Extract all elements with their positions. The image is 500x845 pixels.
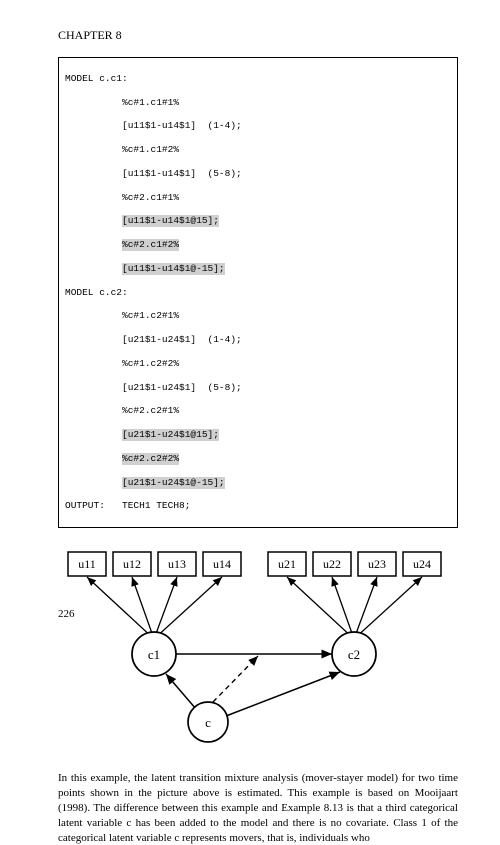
code-line: [u21$1-u24$1] (1-4); xyxy=(65,334,451,346)
node-u14: u14 xyxy=(213,557,231,571)
code-line: OUTPUT: TECH1 TECH8; xyxy=(65,500,451,512)
node-u13: u13 xyxy=(168,557,186,571)
body-paragraph: In this example, the latent transition m… xyxy=(58,771,458,845)
code-line: [u11$1-u14$1] (5-8); xyxy=(65,168,451,180)
code-line: [u21$1-u24$1@-15]; xyxy=(65,477,451,489)
code-line: [u21$1-u24$1@15]; xyxy=(65,429,451,441)
code-line: %c#2.c2#2% xyxy=(65,453,451,465)
code-line: %c#1.c1#2% xyxy=(65,144,451,156)
hl-line: %c#2.c1#2% xyxy=(122,239,179,251)
code-line: %c#2.c2#1% xyxy=(65,405,451,417)
code-line: [u11$1-u14$1@-15]; xyxy=(65,263,451,275)
node-c2: c2 xyxy=(348,647,360,662)
code-line: %c#2.c1#2% xyxy=(65,239,451,251)
hl-line: [u11$1-u14$1@15]; xyxy=(122,215,219,227)
page-number: 226 xyxy=(58,608,75,620)
code-line: %c#1.c2#1% xyxy=(65,310,451,322)
node-c1: c1 xyxy=(148,647,160,662)
chapter-heading: CHAPTER 8 xyxy=(58,28,458,43)
node-u24: u24 xyxy=(413,557,431,571)
code-line: MODEL c.c1: xyxy=(65,73,451,85)
code-line: [u21$1-u24$1] (5-8); xyxy=(65,382,451,394)
code-line: MODEL c.c2: xyxy=(65,287,451,299)
code-line: %c#2.c1#1% xyxy=(65,192,451,204)
hl-line: [u21$1-u24$1@-15]; xyxy=(122,477,225,489)
hl-line: %c#2.c2#2% xyxy=(122,453,179,465)
path-diagram: u11 u12 u13 u14 u21 u22 u23 u24 xyxy=(58,544,458,759)
code-line: [u11$1-u14$1] (1-4); xyxy=(65,120,451,132)
node-u22: u22 xyxy=(323,557,341,571)
hl-line: [u11$1-u14$1@-15]; xyxy=(122,263,225,275)
node-c: c xyxy=(205,715,211,730)
code-line: %c#1.c1#1% xyxy=(65,97,451,109)
code-line: %c#1.c2#2% xyxy=(65,358,451,370)
node-u21: u21 xyxy=(278,557,296,571)
code-line: [u11$1-u14$1@15]; xyxy=(65,215,451,227)
node-u23: u23 xyxy=(368,557,386,571)
hl-line: [u21$1-u24$1@15]; xyxy=(122,429,219,441)
node-u12: u12 xyxy=(123,557,141,571)
model-code-block: MODEL c.c1: %c#1.c1#1% [u11$1-u14$1] (1-… xyxy=(58,57,458,528)
node-u11: u11 xyxy=(78,557,96,571)
